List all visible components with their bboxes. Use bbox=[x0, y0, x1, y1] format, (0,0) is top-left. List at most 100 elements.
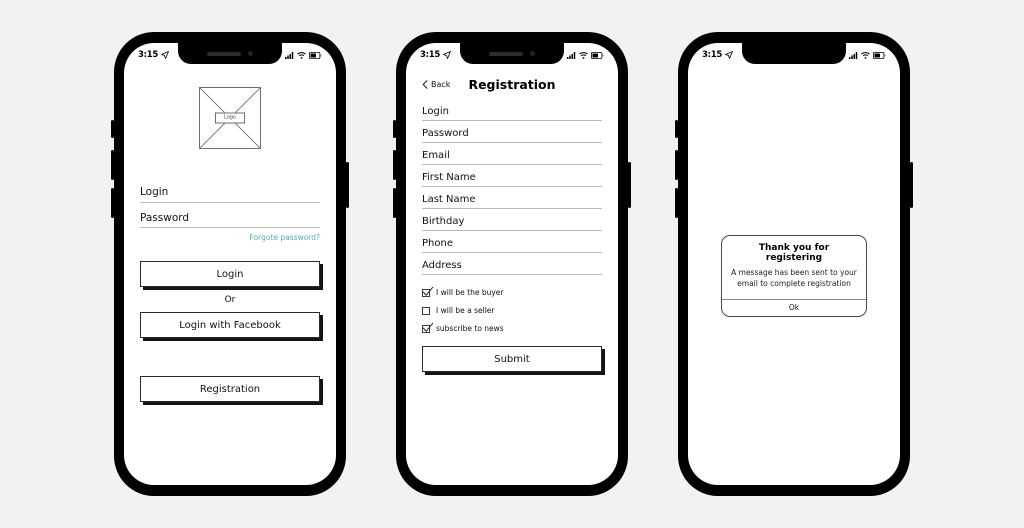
registration-button[interactable]: Registration bbox=[140, 376, 320, 403]
birthday-field-label: Birthday bbox=[422, 216, 465, 227]
cellular-signal-icon bbox=[285, 51, 294, 59]
registration-content: Back Registration Login Password Email F… bbox=[406, 67, 618, 485]
login-field-label: Login bbox=[140, 186, 169, 198]
power-button[interactable] bbox=[910, 162, 913, 208]
email-field[interactable]: Email bbox=[422, 143, 602, 165]
mute-switch[interactable] bbox=[111, 120, 114, 138]
checkbox-subscribe-label: subscribe to news bbox=[436, 324, 504, 333]
mute-switch[interactable] bbox=[675, 120, 678, 138]
checkbox-buyer-box[interactable] bbox=[422, 286, 434, 297]
login-field[interactable]: Login bbox=[140, 177, 320, 203]
dialog-body: Thank you for registering A message has … bbox=[722, 236, 866, 299]
power-button[interactable] bbox=[346, 162, 349, 208]
mockup-stage: 3:15 Logo Login Password Forgote passwor… bbox=[0, 0, 1024, 528]
volume-up-button[interactable] bbox=[111, 150, 114, 180]
address-field[interactable]: Address bbox=[422, 253, 602, 275]
status-bar: 3:15 bbox=[406, 43, 618, 67]
phone-frame-login: 3:15 Logo Login Password Forgote passwor… bbox=[111, 32, 349, 496]
last-name-field[interactable]: Last Name bbox=[422, 187, 602, 209]
or-divider-label: Or bbox=[224, 295, 236, 306]
status-bar: 3:15 bbox=[688, 43, 900, 67]
volume-up-button[interactable] bbox=[393, 150, 396, 180]
location-arrow-icon bbox=[161, 51, 169, 59]
logo-area: Logo bbox=[140, 87, 320, 149]
submit-button[interactable]: Submit bbox=[422, 346, 602, 372]
navigation-bar: Back Registration bbox=[422, 71, 602, 97]
volume-down-button[interactable] bbox=[393, 188, 396, 218]
submit-action: Submit bbox=[422, 346, 602, 372]
password-field[interactable]: Password bbox=[422, 121, 602, 143]
logo-label: Logo bbox=[215, 112, 245, 124]
checkbox-group: I will be the buyer I will be a seller s… bbox=[422, 286, 602, 333]
checkbox-seller-label: I will be a seller bbox=[436, 306, 495, 315]
back-button-label: Back bbox=[431, 79, 451, 89]
check-icon bbox=[422, 322, 434, 334]
password-field[interactable]: Password bbox=[140, 203, 320, 229]
image-placeholder-icon: Logo bbox=[199, 87, 261, 149]
checkbox-subscribe[interactable]: subscribe to news bbox=[422, 322, 602, 333]
birthday-field[interactable]: Birthday bbox=[422, 209, 602, 231]
screen-registration: 3:15 Back Registration Login Password Em… bbox=[406, 43, 618, 485]
volume-down-button[interactable] bbox=[111, 188, 114, 218]
dialog-ok-button[interactable]: Ok bbox=[722, 298, 866, 316]
status-bar-right bbox=[285, 51, 322, 59]
power-button[interactable] bbox=[628, 162, 631, 208]
wifi-icon bbox=[579, 51, 588, 59]
back-button[interactable]: Back bbox=[422, 80, 450, 89]
first-name-field-label: First Name bbox=[422, 172, 476, 183]
checkbox-buyer-label: I will be the buyer bbox=[436, 288, 504, 297]
wifi-icon bbox=[861, 51, 870, 59]
battery-icon bbox=[309, 51, 322, 59]
status-time: 3:15 bbox=[138, 50, 158, 60]
last-name-field-label: Last Name bbox=[422, 194, 476, 205]
login-actions: Login Or Login with Facebook bbox=[140, 261, 320, 339]
status-time: 3:15 bbox=[702, 50, 722, 60]
password-field-label: Password bbox=[422, 128, 469, 139]
chevron-left-icon bbox=[422, 79, 428, 89]
login-button[interactable]: Login bbox=[140, 261, 320, 288]
status-bar-right bbox=[567, 51, 604, 59]
dialog-title: Thank you for registering bbox=[758, 243, 830, 264]
login-content: Logo Login Password Forgote password? Lo… bbox=[124, 67, 336, 485]
page-title: Registration bbox=[468, 76, 556, 92]
status-bar-left: 3:15 bbox=[138, 50, 169, 60]
volume-down-button[interactable] bbox=[675, 188, 678, 218]
phone-frame-registration: 3:15 Back Registration Login Password Em… bbox=[393, 32, 631, 496]
mute-switch[interactable] bbox=[393, 120, 396, 138]
dialog-overlay: Thank you for registering A message has … bbox=[688, 67, 900, 485]
battery-icon bbox=[873, 51, 886, 59]
screen-confirmation: 3:15 Thank you for registering A message… bbox=[688, 43, 900, 485]
email-field-label: Email bbox=[422, 150, 450, 161]
status-bar-left: 3:15 bbox=[702, 50, 733, 60]
checkbox-seller[interactable]: I will be a seller bbox=[422, 306, 602, 315]
registration-action: Registration bbox=[140, 376, 320, 403]
login-field[interactable]: Login bbox=[422, 99, 602, 121]
status-time: 3:15 bbox=[420, 50, 440, 60]
forgot-password-link[interactable]: Forgote password? bbox=[250, 233, 320, 242]
dialog-message: A message has been sent to your email to… bbox=[731, 268, 857, 288]
login-with-facebook-button[interactable]: Login with Facebook bbox=[140, 312, 320, 339]
forgot-password-row: Forgote password? bbox=[140, 233, 320, 242]
password-field-label: Password bbox=[140, 211, 190, 224]
checkbox-buyer[interactable]: I will be the buyer bbox=[422, 286, 602, 297]
phone-field-label: Phone bbox=[422, 238, 453, 249]
battery-icon bbox=[591, 51, 604, 59]
cellular-signal-icon bbox=[567, 51, 576, 59]
login-form: Login Password Forgote password? bbox=[140, 177, 320, 242]
registration-form: Login Password Email First Name Last Nam… bbox=[422, 99, 602, 275]
phone-field[interactable]: Phone bbox=[422, 231, 602, 253]
status-bar-left: 3:15 bbox=[420, 50, 451, 60]
status-bar: 3:15 bbox=[124, 43, 336, 67]
login-field-label: Login bbox=[422, 106, 449, 117]
location-arrow-icon bbox=[725, 51, 733, 59]
checkbox-seller-box[interactable] bbox=[422, 306, 430, 315]
status-bar-right bbox=[849, 51, 886, 59]
location-arrow-icon bbox=[443, 51, 451, 59]
first-name-field[interactable]: First Name bbox=[422, 165, 602, 187]
cellular-signal-icon bbox=[849, 51, 858, 59]
screen-login: 3:15 Logo Login Password Forgote passwor… bbox=[124, 43, 336, 485]
address-field-label: Address bbox=[422, 260, 462, 271]
wifi-icon bbox=[297, 51, 306, 59]
checkbox-subscribe-box[interactable] bbox=[422, 322, 434, 333]
volume-up-button[interactable] bbox=[675, 150, 678, 180]
